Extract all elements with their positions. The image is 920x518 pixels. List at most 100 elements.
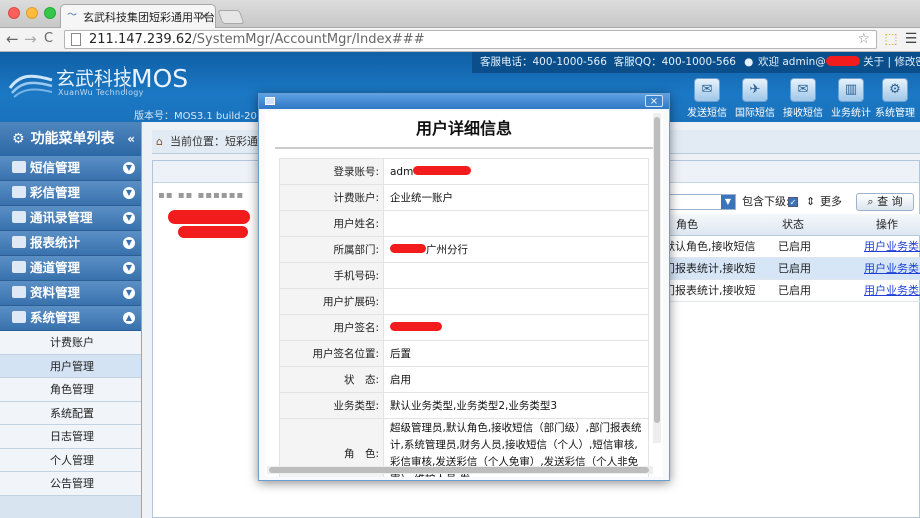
field-label: 用户签名: [279, 314, 384, 341]
group-label: 通讯录管理 [30, 210, 93, 225]
sidebar-item-logs[interactable]: 日志管理 [0, 425, 141, 449]
extension-icon[interactable]: ⬚ [882, 31, 900, 48]
blurred-text: ▪▪ ▪▪ ▪▪▪▪▪▪ [158, 190, 245, 201]
sidebar-item-roles[interactable]: 角色管理 [0, 378, 141, 402]
user-detail-dialog: × 用户详细信息 登录账号: adm 计费账户: 企业统一账户 用户姓名: 所属… [258, 93, 670, 481]
tool-label: 发送短信 [687, 108, 727, 119]
detail-row-signature-position: 用户签名位置: 后置 [279, 340, 649, 367]
redaction-mark [825, 56, 860, 66]
service-qq: 客服QQ：400-1000-566 [613, 56, 736, 68]
sidebar: ⚙ 功能菜单列表 « 短信管理 ▼ 彩信管理 ▼ 通讯录管理 ▼ 报表统计 ▼ 通道管理 ▼… [0, 122, 142, 518]
vertical-scrollbar[interactable] [653, 113, 661, 443]
bookmark-star-icon[interactable]: ☆ [857, 31, 870, 48]
sidebar-item-users[interactable]: 用户管理 [0, 354, 141, 378]
group-label: 短信管理 [30, 160, 81, 175]
sidebar-group-reports[interactable]: 报表统计 ▼ [0, 231, 141, 256]
column-status[interactable]: 状态 [782, 214, 804, 236]
column-actions[interactable]: 操作 [876, 214, 898, 236]
dialog-titlebar[interactable]: × [259, 94, 669, 109]
header-links[interactable]: 关于 | 修改密码 | 退出 [863, 56, 920, 68]
version-label: 版本号：MOS3.1 build-2015 [134, 111, 270, 122]
field-value: 企业统一账户 [383, 184, 649, 211]
sidebar-group-mms[interactable]: 彩信管理 ▼ [0, 181, 141, 206]
sidebar-group-sms[interactable]: 短信管理 ▼ [0, 156, 141, 181]
stats-icon: ▥ [838, 78, 864, 102]
sidebar-title: ⚙ 功能菜单列表 « [0, 122, 141, 156]
sidebar-group-contacts[interactable]: 通讯录管理 ▼ [0, 206, 141, 231]
window-zoom-button[interactable] [44, 7, 56, 19]
receive-sms-icon: ✉ [790, 78, 816, 102]
url-host: 211.147.239.62 [89, 32, 193, 47]
chevron-down-icon: ▼ [123, 187, 135, 199]
forward-icon[interactable]: → [24, 31, 37, 47]
close-icon[interactable]: × [645, 95, 663, 107]
include-sub-label: 包含下级: [742, 195, 790, 208]
chevron-down-icon: ▼ [123, 287, 135, 299]
more-link[interactable]: 更多 [820, 192, 842, 212]
group-label: 彩信管理 [30, 185, 81, 200]
field-label: 用户扩展码: [279, 288, 384, 315]
field-label: 用户签名位置: [279, 340, 384, 367]
collapse-sidebar-icon[interactable]: « [127, 122, 135, 156]
query-button[interactable]: ⌕ 查 询 [856, 193, 914, 211]
window-minimize-button[interactable] [26, 7, 38, 19]
back-icon[interactable]: ← [6, 31, 19, 47]
tool-system[interactable]: ⚙ 系统管理 [866, 78, 920, 119]
system-icon: ⚙ [882, 78, 908, 102]
group-label: 资料管理 [30, 285, 81, 300]
group-icon [12, 261, 26, 273]
group-icon [12, 186, 26, 198]
logo-text: 玄武科技 [56, 68, 133, 90]
tab-close-icon[interactable]: × [199, 9, 209, 23]
include-sub-checkbox[interactable]: ✓ [788, 197, 798, 207]
field-label: 手机号码: [279, 262, 384, 289]
horizontal-scrollbar[interactable] [267, 466, 653, 474]
more-icon[interactable]: ⇕ [806, 192, 815, 212]
column-role[interactable]: 角色 [676, 214, 698, 236]
search-icon: ⌕ [867, 195, 874, 208]
scroll-thumb[interactable] [654, 117, 660, 423]
window-close-button[interactable] [8, 7, 20, 19]
sidebar-item-billing[interactable]: 计费账户 [0, 331, 141, 355]
login-value: adm [390, 165, 414, 178]
business-type-link[interactable]: 用户业务类型 [864, 236, 920, 258]
business-type-link[interactable]: 用户业务类型 [864, 258, 920, 280]
group-label: 报表统计 [30, 235, 81, 250]
new-tab-button[interactable] [217, 10, 245, 24]
sidebar-item-config[interactable]: 系统配置 [0, 401, 141, 425]
browser-tab-strip: 〜 玄武科技集团短彩通用平台 × [0, 0, 920, 28]
field-label: 用户姓名: [279, 210, 384, 237]
sidebar-item-notices[interactable]: 公告管理 [0, 472, 141, 496]
sidebar-group-system[interactable]: 系统管理 ▲ [0, 306, 141, 331]
detail-row-name: 用户姓名: [279, 210, 649, 237]
reload-icon[interactable]: C [44, 31, 53, 47]
redaction-mark [178, 226, 248, 238]
browser-tab[interactable]: 〜 玄武科技集团短彩通用平台 × [60, 4, 216, 28]
browser-toolbar: ← → C 211.147.239.62/SystemMgr/AccountMg… [0, 28, 920, 52]
field-label: 登录账号: [279, 158, 384, 185]
business-type-link[interactable]: 用户业务类型 [864, 280, 920, 302]
detail-row-mobile: 手机号码: [279, 262, 649, 289]
department-value: 广州分行 [426, 244, 468, 256]
field-value: 默认业务类型,业务类型2,业务类型3 [383, 392, 649, 419]
cell-status: 已启用 [778, 240, 811, 253]
table-row[interactable]: 默认角色,接收短信 已启用 用户业务类型 [664, 236, 920, 258]
field-label: 状 态: [279, 366, 384, 393]
menu-icon[interactable]: ☰ [902, 31, 920, 48]
tool-label: 接收短信 [783, 108, 823, 119]
url-path: /SystemMgr/AccountMgr/Index### [192, 32, 425, 47]
sidebar-item-personal[interactable]: 个人管理 [0, 448, 141, 472]
field-value [383, 262, 649, 289]
department-select[interactable]: ▼ [664, 194, 736, 210]
dialog-title: 用户详细信息 [275, 111, 653, 149]
group-icon [12, 286, 26, 298]
detail-row-login: 登录账号: adm [279, 158, 649, 185]
field-label: 所属部门: [279, 236, 384, 263]
table-row[interactable]: 门报表统计,接收短 已启用 用户业务类型 [664, 280, 920, 302]
address-bar[interactable]: 211.147.239.62/SystemMgr/AccountMgr/Inde… [64, 30, 877, 49]
sidebar-group-data[interactable]: 资料管理 ▼ [0, 281, 141, 306]
scroll-thumb[interactable] [269, 467, 649, 473]
table-row[interactable]: 门报表统计,接收短 已启用 用户业务类型 [664, 258, 920, 280]
filter-bar: ▼ 包含下级: ✓ ⇕ 更多 ⌕ 查 询 [664, 192, 920, 212]
sidebar-group-channels[interactable]: 通道管理 ▼ [0, 256, 141, 281]
